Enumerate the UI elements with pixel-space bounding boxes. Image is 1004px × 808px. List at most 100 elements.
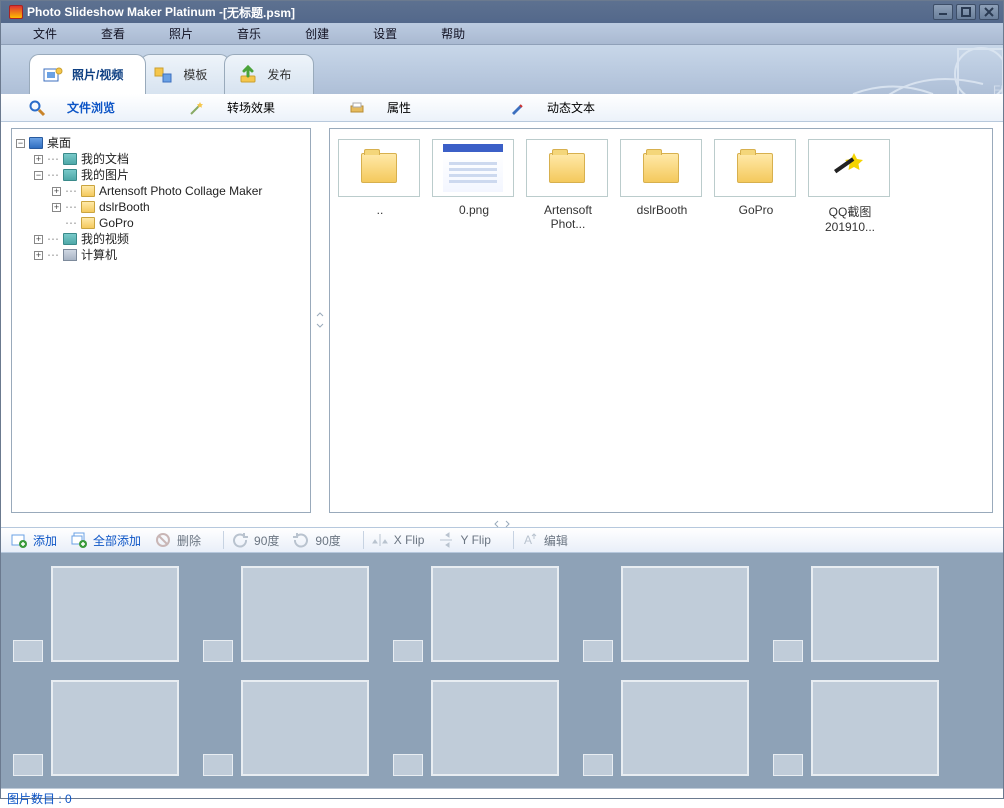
expander-icon[interactable]: + — [52, 203, 61, 212]
add-button[interactable]: 添加 — [11, 532, 57, 549]
timeline-slot[interactable] — [13, 680, 179, 776]
tab-publish[interactable]: 发布 — [224, 54, 314, 94]
button-label: Y Flip — [460, 533, 490, 547]
menu-view[interactable]: 查看 — [79, 25, 147, 42]
minimize-button[interactable] — [933, 4, 953, 20]
menu-help[interactable]: 帮助 — [419, 25, 487, 42]
image-thumbnail — [443, 144, 503, 192]
vertical-splitter[interactable] — [1, 517, 1003, 527]
folder-icon — [63, 153, 77, 165]
expander-icon[interactable]: + — [34, 155, 43, 164]
timeline-slot[interactable] — [13, 566, 179, 662]
folder-icon — [63, 233, 77, 245]
menu-settings[interactable]: 设置 — [351, 25, 419, 42]
tree-label: Artensoft Photo Collage Maker — [99, 183, 262, 199]
button-label: 删除 — [177, 532, 201, 549]
folder-icon — [737, 153, 773, 183]
tab-label: 照片/视频 — [72, 66, 123, 83]
subtab-file-browse[interactable]: 文件浏览 — [29, 99, 189, 116]
main-tabs: 照片/视频 模板 发布 FL — [1, 45, 1003, 94]
folder-icon — [63, 169, 77, 181]
button-label: 90度 — [315, 532, 340, 549]
expander-icon[interactable]: − — [16, 139, 25, 148]
file-label: dslrBooth — [620, 203, 704, 217]
timeline-slot[interactable] — [583, 566, 749, 662]
button-label: 添加 — [33, 532, 57, 549]
folder-icon — [549, 153, 585, 183]
timeline-slot[interactable] — [773, 566, 939, 662]
publish-icon — [237, 64, 259, 86]
button-label: 90度 — [254, 532, 279, 549]
window-title-prefix: Photo Slideshow Maker Platinum - — [27, 5, 223, 19]
timeline-toolbar: 添加 全部添加 删除 90度 90度 X Flip Y Flip — [1, 527, 1003, 553]
file-item-image[interactable]: QQ截图201910... — [808, 139, 892, 234]
subtab-properties[interactable]: 属性 — [349, 99, 509, 116]
file-label: .. — [338, 203, 422, 217]
flip-y-icon — [438, 532, 454, 548]
expander-icon[interactable]: + — [34, 235, 43, 244]
menu-photo[interactable]: 照片 — [147, 25, 215, 42]
rotate-right-button[interactable]: 90度 — [293, 532, 340, 549]
add-icon — [11, 532, 27, 548]
svg-text:A: A — [524, 533, 532, 547]
timeline-slot[interactable] — [203, 566, 369, 662]
file-item-folder[interactable]: Artensoft Phot... — [526, 139, 610, 231]
delete-button[interactable]: 删除 — [155, 532, 201, 549]
maximize-button[interactable] — [956, 4, 976, 20]
edit-button[interactable]: A 编辑 — [522, 532, 568, 549]
x-flip-button[interactable]: X Flip — [372, 532, 425, 548]
folder-tree[interactable]: − 桌面 + ⋯ 我的文档 − ⋯ — [12, 129, 310, 269]
button-label: 全部添加 — [93, 532, 141, 549]
photo-video-icon — [42, 64, 64, 86]
expander-icon[interactable]: + — [34, 251, 43, 260]
tab-photo-video[interactable]: 照片/视频 — [29, 54, 146, 94]
tab-label: 模板 — [183, 66, 207, 83]
menu-music[interactable]: 音乐 — [215, 25, 283, 42]
timeline-slot[interactable] — [773, 680, 939, 776]
subtab-label: 属性 — [387, 99, 411, 116]
subtab-transition[interactable]: 转场效果 — [189, 99, 349, 116]
expander-icon[interactable]: − — [34, 171, 43, 180]
timeline-slot[interactable] — [203, 680, 369, 776]
tree-label: 计算机 — [81, 247, 117, 263]
tree-label: GoPro — [99, 215, 134, 231]
expander-icon[interactable]: + — [52, 187, 61, 196]
menubar: 文件 查看 照片 音乐 创建 设置 帮助 — [1, 23, 1003, 45]
titlebar: Photo Slideshow Maker Platinum - [无标题.ps… — [1, 1, 1003, 23]
button-label: 编辑 — [544, 532, 568, 549]
status-bar: 图片数目 : 0 — [1, 788, 1003, 808]
flip-x-icon — [372, 532, 388, 548]
rotate-left-button[interactable]: 90度 — [232, 532, 279, 549]
folder-icon — [643, 153, 679, 183]
menu-file[interactable]: 文件 — [11, 25, 79, 42]
subtab-label: 文件浏览 — [67, 99, 115, 116]
timeline-slot[interactable] — [583, 680, 749, 776]
computer-icon — [63, 249, 77, 261]
splitter-handle[interactable] — [315, 122, 325, 517]
timeline-panel[interactable] — [1, 553, 1003, 788]
close-button[interactable] — [979, 4, 999, 20]
menu-create[interactable]: 创建 — [283, 25, 351, 42]
file-label: Artensoft Phot... — [526, 203, 610, 231]
delete-icon — [155, 532, 171, 548]
file-label: 0.png — [432, 203, 516, 217]
y-flip-button[interactable]: Y Flip — [438, 532, 490, 548]
work-area: − 桌面 + ⋯ 我的文档 − ⋯ — [1, 122, 1003, 517]
timeline-slot[interactable] — [393, 566, 559, 662]
tab-template[interactable]: 模板 — [140, 54, 230, 94]
app-icon — [9, 5, 23, 19]
subtab-dynamic-text[interactable]: 动态文本 — [509, 99, 669, 116]
decorative-flourish: FL — [853, 45, 1003, 94]
timeline-slot[interactable] — [393, 680, 559, 776]
folder-icon — [81, 217, 95, 229]
file-label: QQ截图201910... — [808, 203, 892, 234]
template-icon — [153, 64, 175, 86]
rotate-right-icon — [293, 532, 309, 548]
pen-icon — [509, 100, 525, 116]
file-item-folder[interactable]: GoPro — [714, 139, 798, 217]
tree-label: 我的文档 — [81, 151, 129, 167]
file-item-up[interactable]: .. — [338, 139, 422, 217]
file-item-folder[interactable]: dslrBooth — [620, 139, 704, 217]
add-all-button[interactable]: 全部添加 — [71, 532, 141, 549]
file-item-image[interactable]: 0.png — [432, 139, 516, 217]
